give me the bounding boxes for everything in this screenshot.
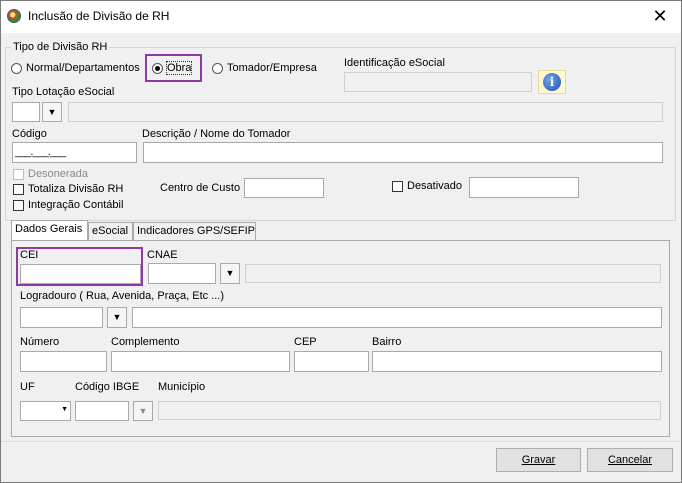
identificacao-esocial-field[interactable]: [344, 72, 532, 92]
integracao-checkbox[interactable]: [13, 200, 24, 211]
tipo-lotacao-description: [68, 102, 663, 122]
tab-esocial[interactable]: eSocial: [88, 222, 133, 240]
numero-label: Número: [20, 336, 60, 348]
dialog-window: Inclusão de Divisão de RH ✕ Tipo de Divi…: [0, 0, 682, 483]
info-icon: i: [543, 73, 561, 91]
codigo-ibge-dropdown-button[interactable]: ▼: [133, 401, 153, 421]
logradouro-label: Logradouro ( Rua, Avenida, Praça, Etc ..…: [20, 290, 225, 302]
cancelar-button[interactable]: Cancelar: [587, 448, 673, 472]
totaliza-label: Totaliza Divisão RH: [28, 183, 124, 195]
identificacao-esocial-label: Identificação eSocial: [344, 57, 445, 69]
tipo-divisao-legend: Tipo de Divisão RH: [11, 41, 110, 53]
cep-field[interactable]: [294, 351, 369, 372]
gravar-button[interactable]: Gravar: [496, 448, 581, 472]
tab-indicadores-gps-sefip[interactable]: Indicadores GPS/SEFIP: [133, 222, 256, 240]
logradouro-dropdown-button[interactable]: ▼: [107, 307, 127, 328]
app-icon: [7, 9, 21, 23]
municipio-label: Município: [158, 381, 206, 393]
radio-obra-label: Obra: [165, 61, 193, 75]
desativado-label: Desativado: [407, 180, 463, 192]
integracao-label: Integração Contábil: [28, 199, 124, 211]
footer-divider: [1, 441, 681, 442]
cnae-label: CNAE: [147, 249, 178, 261]
info-button[interactable]: i: [538, 70, 566, 94]
chevron-down-icon: ▼: [138, 406, 148, 416]
logradouro-field[interactable]: [132, 307, 662, 328]
uf-label: UF: [20, 381, 35, 393]
cnae-description: [245, 264, 661, 283]
municipio-field: [158, 401, 661, 420]
radio-normal-departamentos[interactable]: [11, 63, 22, 74]
numero-field[interactable]: [20, 351, 107, 372]
logradouro-type-select[interactable]: [20, 307, 103, 328]
radio-tomador-empresa[interactable]: [212, 63, 223, 74]
codigo-ibge-label: Código IBGE: [75, 381, 140, 393]
centro-custo-field[interactable]: [244, 178, 324, 198]
chevron-down-icon: ▼: [225, 268, 235, 278]
codigo-mask: ___.___.___: [15, 146, 66, 158]
cancelar-label: Cancelar: [607, 454, 653, 466]
codigo-ibge-field[interactable]: [75, 401, 129, 421]
chevron-down-icon: ▼: [47, 107, 57, 117]
desativado-checkbox[interactable]: [392, 181, 403, 192]
bairro-field[interactable]: [372, 351, 662, 372]
desativado-field[interactable]: [469, 177, 579, 198]
tab-panel-dados-gerais: CEI CNAE ▼ Logradouro ( Rua, Avenida, Pr…: [11, 240, 670, 437]
cei-highlight: [16, 247, 143, 286]
tipo-lotacao-select[interactable]: [12, 102, 40, 122]
complemento-label: Complemento: [111, 336, 180, 348]
window-title: Inclusão de Divisão de RH: [28, 9, 170, 23]
desonerada-label: Desonerada: [28, 168, 88, 180]
codigo-field[interactable]: ___.___.___: [12, 142, 137, 163]
close-icon[interactable]: ✕: [649, 5, 671, 27]
bairro-label: Bairro: [372, 336, 402, 348]
totaliza-checkbox[interactable]: [13, 184, 24, 195]
centro-custo-label: Centro de Custo: [160, 182, 241, 194]
desonerada-checkbox: [13, 169, 24, 180]
complemento-field[interactable]: [111, 351, 290, 372]
chevron-down-icon[interactable]: ▼: [61, 406, 68, 413]
tipo-lotacao-label: Tipo Lotação eSocial: [12, 86, 115, 98]
radio-obra[interactable]: [152, 63, 163, 74]
cnae-dropdown-button[interactable]: ▼: [220, 263, 240, 284]
chevron-down-icon: ▼: [112, 312, 122, 322]
uf-select[interactable]: ▼: [20, 401, 71, 421]
cnae-select[interactable]: [148, 263, 216, 284]
codigo-label: Código: [12, 128, 47, 140]
radio-tomador-label: Tomador/Empresa: [227, 62, 317, 74]
descricao-field[interactable]: [143, 142, 663, 163]
title-bar[interactable]: Inclusão de Divisão de RH ✕: [1, 1, 681, 33]
cep-label: CEP: [294, 336, 317, 348]
descricao-label: Descrição / Nome do Tomador: [142, 128, 291, 140]
tipo-lotacao-dropdown-button[interactable]: ▼: [42, 102, 62, 122]
radio-normal-label: Normal/Departamentos: [26, 62, 140, 74]
tab-dados-gerais[interactable]: Dados Gerais: [11, 220, 88, 241]
gravar-label: Gravar: [521, 454, 556, 466]
